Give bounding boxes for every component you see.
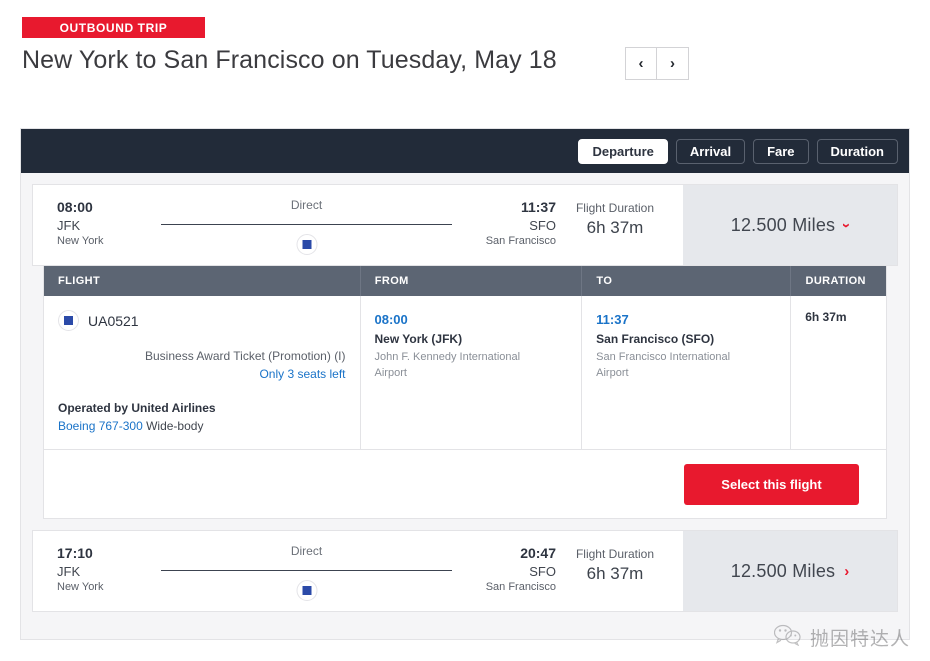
seats-left-notice: Only 3 seats left [259, 367, 346, 381]
fare-name: Business Award Ticket (Promotion) (I) [145, 349, 346, 363]
chevron-right-icon[interactable]: › [844, 563, 849, 580]
flight-summary-main: 17:10 JFK New York Direct 20:47 SFO San … [33, 531, 674, 611]
flight-summary-main: 08:00 JFK New York Direct 11:37 SFO San … [33, 185, 674, 265]
sort-button-arrival[interactable]: Arrival [675, 138, 746, 164]
arrival-time: 20:47 [520, 545, 556, 561]
departure-city: New York [57, 235, 104, 247]
select-flight-bar: Select this flight [43, 450, 887, 519]
details-cell-to: 11:37 San Francisco (SFO) San Francisco … [582, 296, 792, 449]
route-line-bar [161, 224, 452, 225]
arrival-city: San Francisco [485, 581, 556, 593]
departure-segment: 08:00 JFK New York [57, 198, 155, 249]
flight-details-table: FLIGHT FROM TO DURATION UA0521 Business … [43, 266, 887, 450]
price-panel-expand[interactable]: 12.500 Miles › [683, 185, 897, 265]
column-header-duration: DURATION [805, 275, 866, 287]
airline-logo-icon [296, 580, 317, 601]
arrival-segment: 11:37 SFO San Francisco [458, 198, 556, 249]
column-header-to: TO [582, 266, 792, 296]
previous-day-button[interactable]: ‹ [625, 47, 657, 80]
airline-logo-icon [296, 234, 317, 255]
fare-info: Business Award Ticket (Promotion) (I) On… [58, 347, 346, 383]
price-value: 12.500 Miles [730, 214, 836, 235]
details-body-row: UA0521 Business Award Ticket (Promotion)… [44, 296, 886, 449]
select-this-flight-button[interactable]: Select this flight [684, 463, 859, 505]
from-airport: New York (JFK) [374, 332, 463, 346]
route-line-bar [161, 570, 452, 571]
flight-number: UA0521 [88, 312, 139, 329]
flight-summary-row[interactable]: 17:10 JFK New York Direct 20:47 SFO San … [32, 530, 898, 612]
date-navigation: ‹ › [625, 47, 689, 80]
column-header-flight: FLIGHT [44, 266, 361, 296]
arrival-segment: 20:47 SFO San Francisco [458, 544, 556, 595]
price-value: 12.500 Miles [730, 560, 836, 581]
operated-by: Operated by United Airlines [58, 401, 216, 415]
route-line: Direct [155, 198, 458, 258]
details-cell-from: 08:00 New York (JFK) John F. Kennedy Int… [361, 296, 583, 449]
to-airport: San Francisco (SFO) [596, 332, 715, 346]
departure-city: New York [57, 581, 104, 593]
sort-button-departure[interactable]: Departure [578, 138, 668, 164]
flight-duration-value: 6h 37m [586, 218, 644, 237]
details-cell-flight: UA0521 Business Award Ticket (Promotion)… [44, 296, 361, 449]
flight-duration-box: Flight Duration 6h 37m [556, 544, 674, 585]
departure-airport-code: JFK [57, 218, 81, 233]
flight-option-2: 17:10 JFK New York Direct 20:47 SFO San … [21, 519, 909, 612]
flight-option-1: 08:00 JFK New York Direct 11:37 SFO San … [21, 173, 909, 519]
page-title: New York to San Francisco on Tuesday, Ma… [22, 46, 557, 74]
aircraft-info: Boeing 767-300 Wide-body [58, 417, 346, 435]
to-time: 11:37 [596, 312, 629, 327]
next-day-button[interactable]: › [657, 47, 689, 80]
flight-number-row: UA0521 [58, 310, 346, 331]
departure-airport-code: JFK [57, 564, 81, 579]
airline-logo-icon [58, 310, 79, 331]
outbound-trip-badge: OUTBOUND TRIP [22, 17, 205, 38]
stops-label: Direct [290, 198, 323, 212]
stops-label: Direct [290, 544, 323, 558]
departure-time: 08:00 [57, 199, 93, 215]
details-cell-duration: 6h 37m [791, 296, 886, 449]
flight-duration-label: Flight Duration [575, 547, 655, 561]
from-airport-full-name: John F. Kennedy International Airport [374, 351, 521, 379]
sort-bar: Departure Arrival Fare Duration [21, 129, 909, 173]
arrival-time: 11:37 [520, 199, 556, 215]
details-header-row: FLIGHT FROM TO DURATION [44, 266, 886, 296]
flight-results-page: OUTBOUND TRIP New York to San Francisco … [0, 0, 930, 661]
arrival-airport-code: SFO [529, 218, 556, 233]
column-header-from: FROM [361, 266, 583, 296]
flight-duration-box: Flight Duration 6h 37m [556, 198, 674, 239]
arrival-airport-code: SFO [529, 564, 556, 579]
aircraft-type: Wide-body [142, 419, 204, 433]
flight-summary-row[interactable]: 08:00 JFK New York Direct 11:37 SFO San … [32, 184, 898, 266]
chevron-down-icon[interactable]: › [838, 223, 855, 228]
departure-segment: 17:10 JFK New York [57, 544, 155, 595]
sort-button-duration[interactable]: Duration [816, 138, 898, 164]
route-line: Direct [155, 544, 458, 604]
arrival-city: San Francisco [485, 235, 556, 247]
segment-duration: 6h 37m [805, 310, 847, 324]
flight-duration-label: Flight Duration [575, 201, 655, 215]
sort-button-fare[interactable]: Fare [753, 138, 809, 164]
to-airport-full-name: San Francisco International Airport [596, 351, 731, 379]
from-time: 08:00 [374, 312, 408, 327]
price-panel-expand[interactable]: 12.500 Miles › [683, 531, 897, 611]
results-container: Departure Arrival Fare Duration 08:00 JF… [20, 128, 910, 640]
aircraft-link[interactable]: Boeing 767-300 [58, 419, 143, 433]
departure-time: 17:10 [57, 545, 93, 561]
flight-duration-value: 6h 37m [586, 564, 644, 583]
